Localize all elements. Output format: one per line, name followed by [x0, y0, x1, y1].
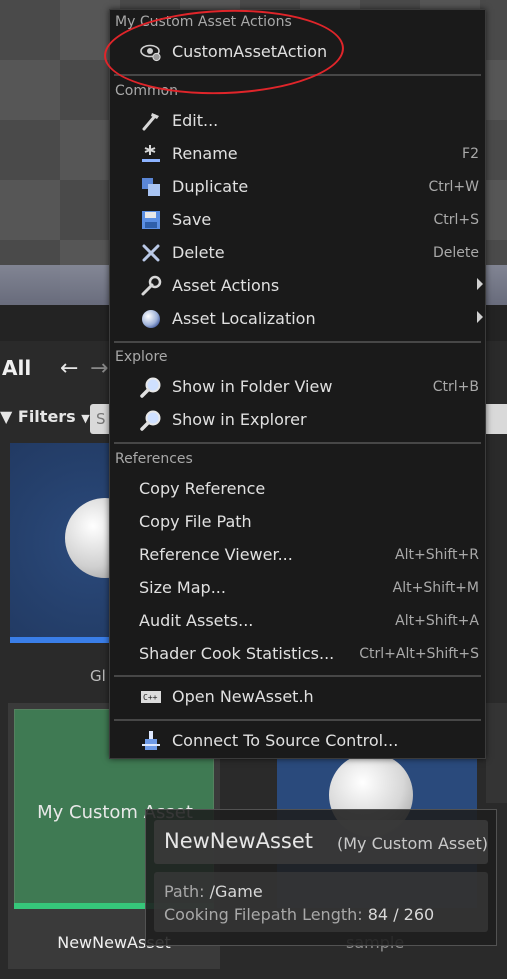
filters-button[interactable]: ▼ Filters ▼ [0, 407, 90, 426]
menu-item-asset-actions[interactable]: Asset Actions [110, 271, 485, 301]
menu-item-shortcut: F2 [462, 146, 479, 162]
asset-tile-partial[interactable] [486, 703, 507, 803]
chevron-down-icon: ▼ [81, 412, 90, 425]
menu-item-copy-reference[interactable]: Copy Reference [110, 474, 485, 504]
menu-item-show-in-explorer[interactable]: Show in Explorer [110, 405, 485, 435]
forward-arrow-icon[interactable]: → [90, 356, 108, 381]
asset-tooltip: NewNewAsset (My Custom Asset) Path: /Gam… [145, 809, 497, 946]
menu-item-shader-cook-statistics[interactable]: Shader Cook Statistics... Ctrl+Alt+Shift… [110, 639, 485, 669]
magnifier-icon [140, 377, 161, 398]
menu-item-label: Open NewAsset.h [172, 687, 314, 706]
path-breadcrumb[interactable]: All [2, 356, 31, 380]
menu-item-duplicate[interactable]: Duplicate Ctrl+W [110, 172, 485, 202]
globe-icon [142, 310, 160, 328]
menu-item-edit[interactable]: Edit... [110, 106, 485, 136]
menu-item-label: Connect To Source Control... [172, 731, 399, 750]
menu-separator [114, 675, 481, 677]
wrench-icon [141, 275, 162, 296]
menu-item-asset-localization[interactable]: Asset Localization [110, 304, 485, 334]
asset-tile-label: Gl [90, 667, 106, 685]
menu-item-open-source[interactable]: C++ Open NewAsset.h [110, 682, 485, 712]
menu-item-label: Show in Folder View [172, 377, 333, 396]
submenu-arrow-icon [477, 311, 483, 323]
menu-item-label: Shader Cook Statistics... [139, 644, 335, 663]
menu-item-shortcut: Alt+Shift+R [395, 547, 479, 563]
magnifier-icon [140, 410, 161, 431]
menu-item-label: Show in Explorer [172, 410, 307, 429]
menu-separator [114, 719, 481, 721]
menu-item-delete[interactable]: Delete Delete [110, 238, 485, 268]
tooltip-body: Path: /Game Cooking Filepath Length: 84 … [154, 872, 488, 932]
menu-item-label: Delete [172, 243, 225, 262]
tooltip-cook-label: Cooking Filepath Length: [164, 905, 363, 924]
menu-item-label: Save [172, 210, 212, 229]
back-arrow-icon[interactable]: ← [60, 356, 78, 381]
menu-item-label: Asset Localization [172, 309, 316, 328]
asset-tile-material[interactable] [10, 443, 145, 643]
edit-icon [142, 113, 159, 131]
search-input-end [484, 404, 507, 434]
tooltip-asset-name: NewNewAsset [164, 829, 314, 853]
rename-icon [142, 145, 160, 162]
filter-icon: ▼ [0, 407, 13, 426]
menu-item-size-map[interactable]: Size Map... Alt+Shift+M [110, 573, 485, 603]
tooltip-asset-type: (My Custom Asset) [337, 834, 488, 853]
menu-separator [114, 341, 481, 343]
menu-item-label: Copy File Path [139, 512, 252, 531]
menu-item-label: Asset Actions [172, 276, 280, 295]
menu-item-shortcut: Delete [433, 245, 479, 261]
menu-item-label: Edit... [172, 111, 219, 130]
menu-item-show-in-folder-view[interactable]: Show in Folder View Ctrl+B [110, 372, 485, 402]
tooltip-path-label: Path: [164, 882, 205, 901]
menu-item-shortcut: Ctrl+B [432, 379, 479, 395]
submenu-arrow-icon [477, 278, 483, 290]
menu-separator [114, 442, 481, 444]
delete-icon [142, 244, 160, 262]
menu-item-shortcut: Alt+Shift+M [392, 580, 479, 596]
menu-item-label: Duplicate [172, 177, 249, 196]
menu-item-copy-file-path[interactable]: Copy File Path [110, 507, 485, 537]
menu-item-label: Reference Viewer... [139, 545, 293, 564]
menu-item-label: Size Map... [139, 578, 226, 597]
tooltip-cook-row: Cooking Filepath Length: 84 / 260 [164, 905, 434, 924]
menu-item-rename[interactable]: Rename F2 [110, 139, 485, 169]
context-menu: My Custom Asset Actions CustomAssetActio… [109, 9, 486, 759]
duplicate-icon [142, 178, 160, 196]
menu-item-shortcut: Ctrl+S [433, 212, 479, 228]
menu-item-shortcut: Alt+Shift+A [395, 613, 479, 629]
tooltip-cook-value: 84 / 260 [367, 905, 435, 924]
menu-item-label: Audit Assets... [139, 611, 254, 630]
menu-item-save[interactable]: Save Ctrl+S [110, 205, 485, 235]
menu-item-label: Copy Reference [139, 479, 266, 498]
menu-item-shortcut: Ctrl+W [428, 179, 479, 195]
menu-item-audit-assets[interactable]: Audit Assets... Alt+Shift+A [110, 606, 485, 636]
tooltip-header: NewNewAsset (My Custom Asset) [154, 820, 488, 864]
source-control-icon [142, 731, 160, 750]
menu-item-connect-source-control[interactable]: Connect To Source Control... [110, 726, 485, 756]
filters-label: Filters [17, 407, 76, 426]
section-header-explore: Explore [115, 349, 168, 365]
menu-item-shortcut: Ctrl+Alt+Shift+S [359, 646, 479, 662]
tooltip-path-row: Path: /Game [164, 882, 263, 901]
section-header-references: References [115, 451, 193, 467]
menu-item-reference-viewer[interactable]: Reference Viewer... Alt+Shift+R [110, 540, 485, 570]
svg-text:C++: C++ [143, 693, 158, 702]
menu-item-label: Rename [172, 144, 238, 163]
asset-type-bar [10, 637, 110, 643]
code-file-icon: C++ [141, 691, 161, 703]
save-icon [142, 211, 160, 229]
tooltip-path-value: /Game [209, 882, 263, 901]
